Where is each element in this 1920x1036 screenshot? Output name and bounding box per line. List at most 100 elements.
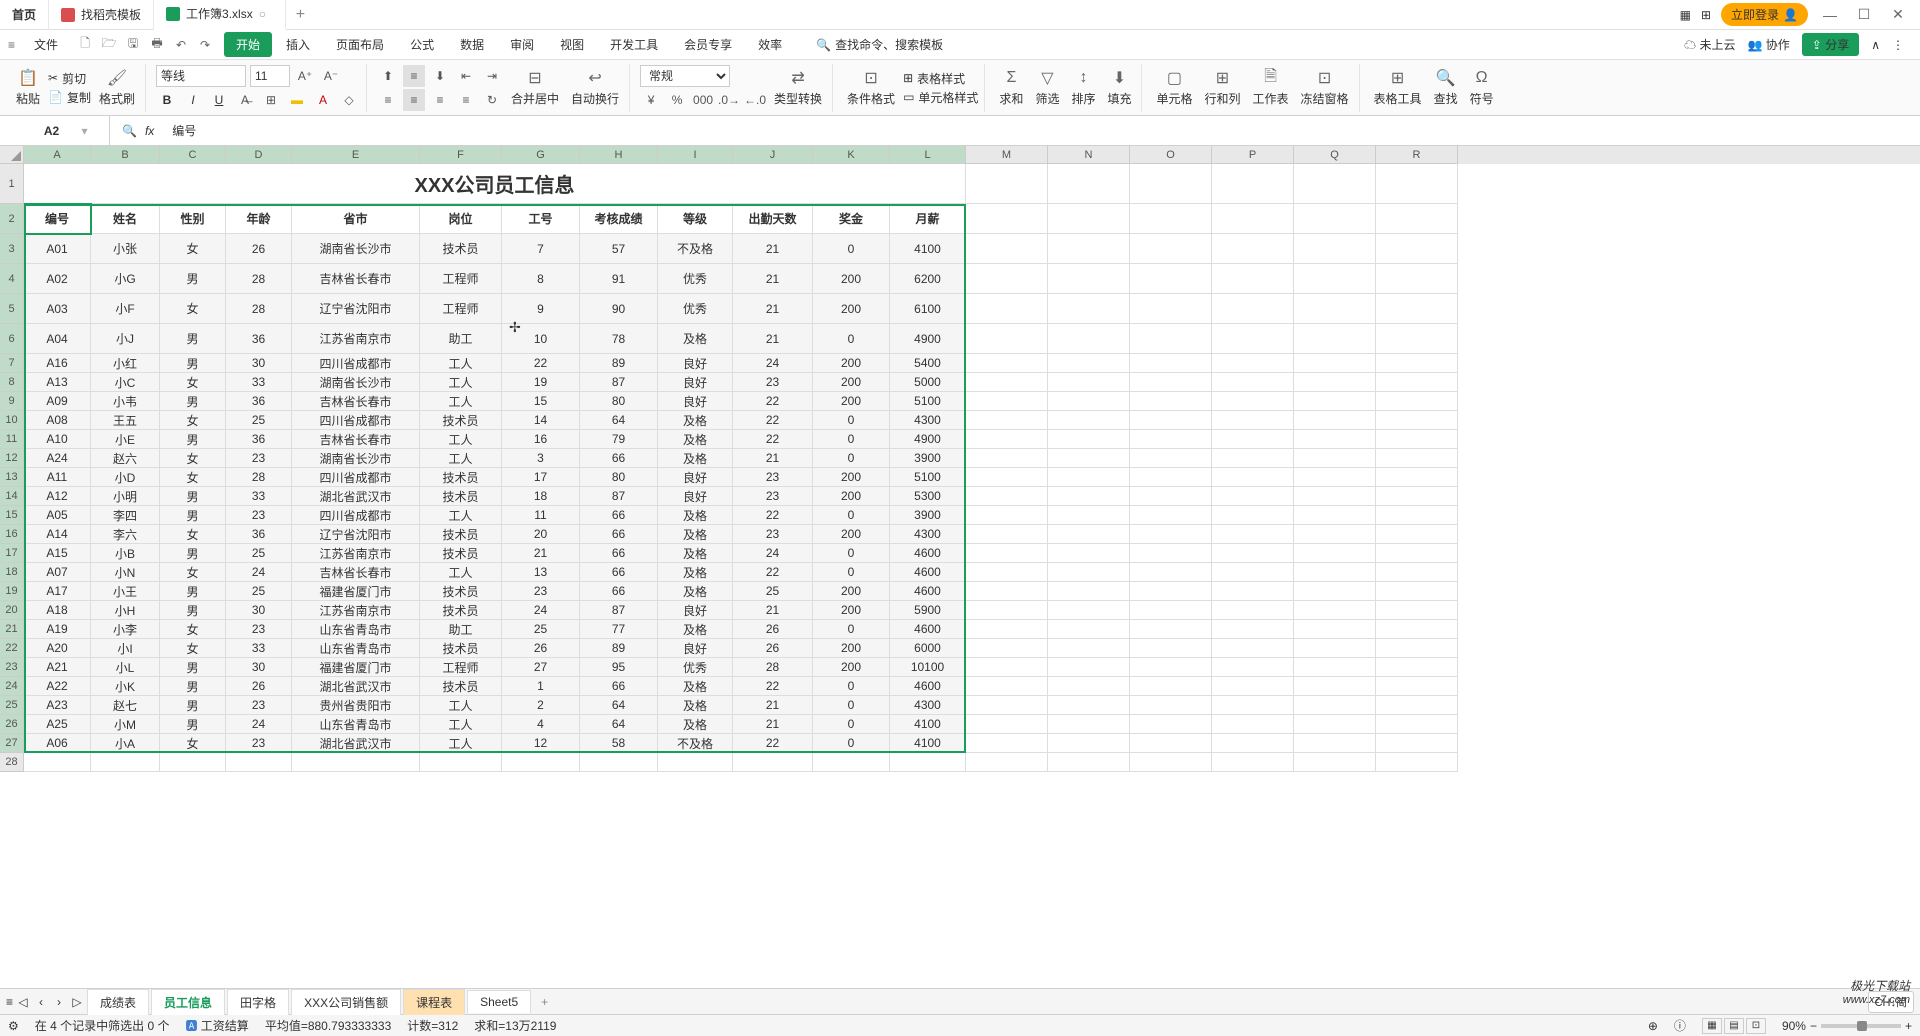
- data-2-8[interactable]: 优秀: [658, 294, 733, 324]
- empty-cell[interactable]: [1376, 264, 1458, 294]
- template-tab[interactable]: 找稻壳模板: [49, 0, 154, 30]
- empty-cell[interactable]: [1048, 264, 1130, 294]
- empty-cell[interactable]: [1130, 449, 1212, 468]
- data-17-3[interactable]: 30: [226, 601, 292, 620]
- data-0-4[interactable]: 湖南省长沙市: [292, 234, 420, 264]
- data-15-3[interactable]: 24: [226, 563, 292, 582]
- data-8-4[interactable]: 吉林省长春市: [292, 430, 420, 449]
- cell-ref-input[interactable]: [21, 124, 81, 138]
- empty-cell[interactable]: [1294, 506, 1376, 525]
- data-7-6[interactable]: 14: [502, 411, 580, 430]
- row-header-1[interactable]: 1: [0, 164, 24, 204]
- border-button[interactable]: ⊞: [260, 89, 282, 111]
- data-4-9[interactable]: 24: [733, 354, 813, 373]
- last-sheet-icon[interactable]: ▷: [69, 995, 85, 1009]
- empty-cell[interactable]: [1130, 164, 1212, 204]
- empty-cell[interactable]: [1212, 354, 1294, 373]
- data-7-4[interactable]: 四川省成都市: [292, 411, 420, 430]
- data-9-10[interactable]: 0: [813, 449, 890, 468]
- data-23-7[interactable]: 64: [580, 715, 658, 734]
- data-18-2[interactable]: 女: [160, 620, 226, 639]
- data-9-5[interactable]: 工人: [420, 449, 502, 468]
- empty-cell[interactable]: [1130, 411, 1212, 430]
- empty-cell[interactable]: [966, 411, 1048, 430]
- data-11-6[interactable]: 18: [502, 487, 580, 506]
- currency-icon[interactable]: ¥: [640, 89, 662, 111]
- clear-format-button[interactable]: ◇: [338, 89, 360, 111]
- fx-icon[interactable]: fx: [145, 124, 154, 138]
- login-button[interactable]: 立即登录👤: [1721, 3, 1808, 26]
- empty-cell[interactable]: [1212, 525, 1294, 544]
- apps-icon[interactable]: ⊞: [1701, 8, 1711, 22]
- align-right-icon[interactable]: ≡: [429, 89, 451, 111]
- data-21-11[interactable]: 4600: [890, 677, 966, 696]
- data-16-9[interactable]: 25: [733, 582, 813, 601]
- empty-cell[interactable]: [1130, 264, 1212, 294]
- dec-dec-icon[interactable]: ←.0: [744, 89, 766, 111]
- empty-cell[interactable]: [1294, 620, 1376, 639]
- data-10-8[interactable]: 良好: [658, 468, 733, 487]
- data-23-11[interactable]: 4100: [890, 715, 966, 734]
- data-1-11[interactable]: 6200: [890, 264, 966, 294]
- empty-cell[interactable]: [1294, 715, 1376, 734]
- data-14-3[interactable]: 25: [226, 544, 292, 563]
- data-14-8[interactable]: 及格: [658, 544, 733, 563]
- merge-button[interactable]: ⊟合并居中: [507, 66, 563, 109]
- empty-cell[interactable]: [1294, 544, 1376, 563]
- empty-cell[interactable]: [966, 430, 1048, 449]
- col-header-D[interactable]: D: [226, 146, 292, 164]
- data-2-3[interactable]: 28: [226, 294, 292, 324]
- empty-cell[interactable]: [1130, 392, 1212, 411]
- empty-cell[interactable]: [1130, 234, 1212, 264]
- empty-cell[interactable]: [1048, 234, 1130, 264]
- empty-cell[interactable]: [1212, 544, 1294, 563]
- list-sheets-icon[interactable]: ≡: [6, 995, 13, 1009]
- row-header-13[interactable]: 13: [0, 468, 24, 487]
- empty-cell[interactable]: [1376, 449, 1458, 468]
- header-4[interactable]: 省市: [292, 204, 420, 234]
- data-11-10[interactable]: 200: [813, 487, 890, 506]
- empty-cell[interactable]: [1294, 696, 1376, 715]
- row-header-6[interactable]: 6: [0, 324, 24, 354]
- data-21-10[interactable]: 0: [813, 677, 890, 696]
- empty-cell[interactable]: [160, 753, 226, 772]
- empty-cell[interactable]: [1048, 715, 1130, 734]
- empty-cell[interactable]: [1048, 468, 1130, 487]
- search-box[interactable]: 🔍查找命令、搜索模板: [796, 36, 943, 53]
- data-6-10[interactable]: 200: [813, 392, 890, 411]
- data-4-6[interactable]: 22: [502, 354, 580, 373]
- empty-cell[interactable]: [1294, 468, 1376, 487]
- data-5-9[interactable]: 23: [733, 373, 813, 392]
- paste-button[interactable]: 📋粘贴: [12, 66, 44, 109]
- row-header-26[interactable]: 26: [0, 715, 24, 734]
- data-19-3[interactable]: 33: [226, 639, 292, 658]
- empty-cell[interactable]: [1130, 715, 1212, 734]
- empty-cell[interactable]: [1376, 164, 1458, 204]
- empty-cell[interactable]: [1294, 658, 1376, 677]
- data-5-2[interactable]: 女: [160, 373, 226, 392]
- data-15-4[interactable]: 吉林省长春市: [292, 563, 420, 582]
- data-17-10[interactable]: 200: [813, 601, 890, 620]
- break-view-icon[interactable]: ⊡: [1746, 1018, 1766, 1034]
- data-5-0[interactable]: A13: [24, 373, 91, 392]
- sheet-tab-5[interactable]: Sheet5: [467, 990, 531, 1013]
- data-2-1[interactable]: 小F: [91, 294, 160, 324]
- data-22-9[interactable]: 21: [733, 696, 813, 715]
- sheet-tab-4[interactable]: 课程表: [403, 989, 465, 1015]
- empty-cell[interactable]: [966, 753, 1048, 772]
- data-4-11[interactable]: 5400: [890, 354, 966, 373]
- data-6-6[interactable]: 15: [502, 392, 580, 411]
- empty-cell[interactable]: [1212, 620, 1294, 639]
- empty-cell[interactable]: [1376, 525, 1458, 544]
- data-13-7[interactable]: 66: [580, 525, 658, 544]
- data-8-10[interactable]: 0: [813, 430, 890, 449]
- data-11-8[interactable]: 良好: [658, 487, 733, 506]
- empty-cell[interactable]: [1376, 204, 1458, 234]
- empty-cell[interactable]: [966, 639, 1048, 658]
- align-justify-icon[interactable]: ≡: [455, 89, 477, 111]
- center-icon[interactable]: ⓘ: [1674, 1017, 1686, 1034]
- data-9-0[interactable]: A24: [24, 449, 91, 468]
- empty-cell[interactable]: [1376, 392, 1458, 411]
- data-24-9[interactable]: 22: [733, 734, 813, 753]
- data-19-1[interactable]: 小I: [91, 639, 160, 658]
